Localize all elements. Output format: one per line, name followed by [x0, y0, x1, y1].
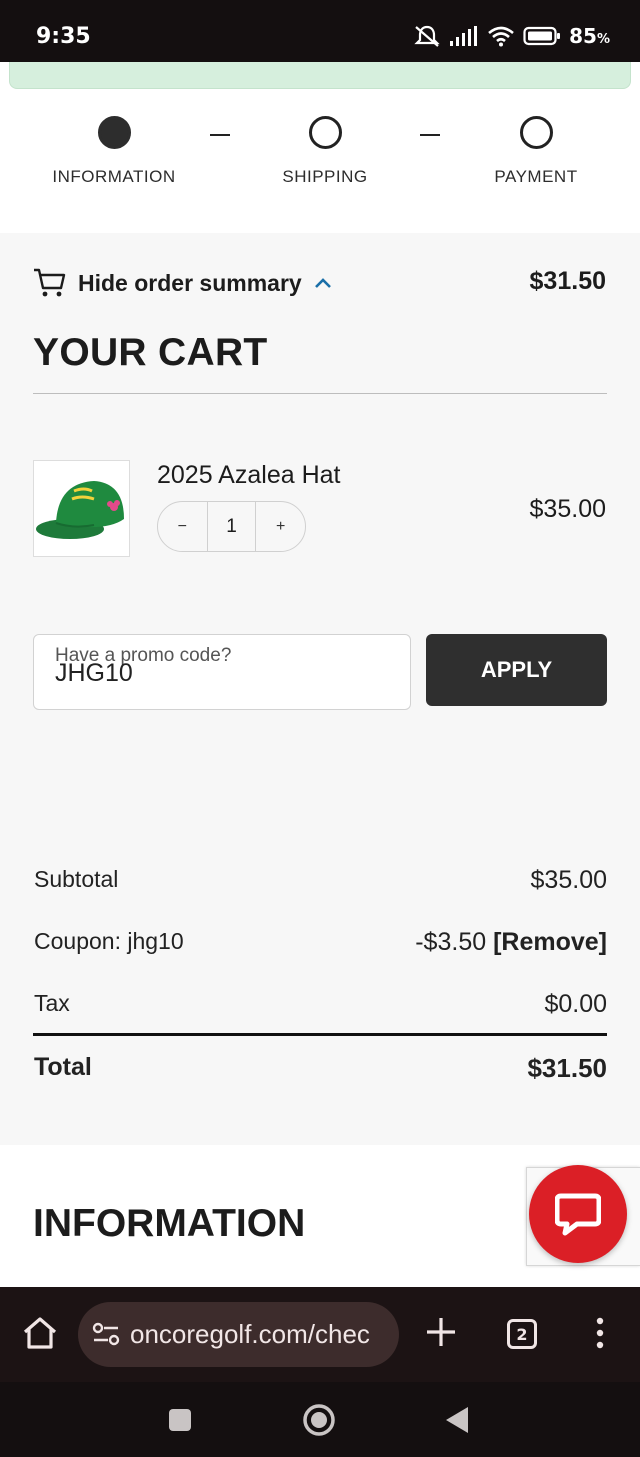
step-label: INFORMATION — [52, 167, 176, 186]
quantity-value[interactable]: 1 — [206, 502, 257, 551]
home-button-icon[interactable] — [299, 1400, 339, 1440]
status-icons: 85% — [413, 24, 610, 48]
step-shipping[interactable]: SHIPPING — [235, 108, 415, 187]
tax-amount: $0.00 — [544, 990, 607, 1018]
url-text: oncoregolf.com/chec — [130, 1319, 370, 1349]
mute-icon — [414, 25, 440, 47]
quantity-stepper: − 1 + — [157, 501, 306, 552]
battery-icon — [523, 26, 561, 46]
product-thumbnail[interactable] — [33, 460, 130, 557]
chevron-up-icon — [314, 278, 331, 288]
information-title: INFORMATION — [33, 1202, 306, 1245]
product-price: $35.00 — [529, 495, 606, 523]
coupon-label: Coupon: jhg10 — [34, 928, 184, 954]
notice-banner — [9, 62, 631, 89]
chat-button[interactable] — [529, 1165, 627, 1263]
step-separator — [210, 134, 230, 136]
divider — [33, 393, 607, 394]
remove-coupon-link[interactable]: [Remove] — [493, 928, 607, 956]
site-settings-icon[interactable] — [92, 1321, 120, 1347]
total-divider — [33, 1033, 607, 1036]
coupon-amount-group: -$3.50 [Remove] — [415, 928, 607, 957]
status-bar: 9:35 85% — [0, 0, 640, 62]
subtotal-amount: $35.00 — [530, 866, 607, 894]
back-icon[interactable] — [438, 1400, 478, 1440]
step-information[interactable]: INFORMATION — [24, 108, 204, 187]
step-payment[interactable]: PAYMENT — [446, 108, 626, 187]
step-label: SHIPPING — [282, 167, 368, 186]
clipped-text-line — [33, 1278, 553, 1286]
recents-icon[interactable] — [160, 1400, 200, 1440]
total-row: Total $31.50 — [34, 1053, 607, 1084]
tab-switcher-button[interactable]: 2 — [507, 1319, 537, 1349]
chat-bubble-icon — [555, 1193, 601, 1236]
wifi-icon — [488, 26, 514, 47]
step-separator — [420, 134, 440, 136]
product-name[interactable]: 2025 Azalea Hat — [157, 461, 340, 490]
subtotal-row: Subtotal $35.00 — [34, 866, 607, 895]
more-menu-icon[interactable] — [590, 1315, 610, 1351]
checkout-steps: INFORMATION SHIPPING PAYMENT — [0, 108, 640, 198]
summary-toggle-label: Hide order summary — [78, 269, 302, 296]
step-dot — [519, 116, 553, 149]
decrement-button[interactable]: − — [158, 502, 207, 551]
promo-code-field[interactable]: Have a promo code? JHG10 — [33, 634, 411, 710]
url-bar[interactable]: oncoregolf.com/chec — [78, 1302, 399, 1367]
home-icon[interactable] — [20, 1313, 60, 1353]
system-navigation-bar — [0, 1382, 640, 1457]
promo-value: JHG10 — [55, 659, 133, 687]
order-summary: Hide order summary $31.50 YOUR CART 2025… — [0, 233, 640, 1145]
summary-total: $31.50 — [529, 267, 606, 295]
battery-percent: 85% — [569, 24, 610, 48]
browser-toolbar: oncoregolf.com/chec 2 — [0, 1287, 640, 1382]
increment-button[interactable]: + — [256, 502, 305, 551]
signal-icon — [450, 26, 478, 46]
step-label: PAYMENT — [494, 167, 578, 186]
coupon-row: Coupon: jhg10 -$3.50 [Remove] — [34, 928, 607, 957]
apply-button[interactable]: APPLY — [426, 634, 607, 706]
step-dot — [308, 116, 342, 149]
tax-row: Tax $0.00 — [34, 990, 607, 1019]
coupon-amount: -$3.50 — [415, 928, 487, 956]
hide-order-summary-toggle[interactable]: Hide order summary — [33, 267, 332, 299]
total-label: Total — [34, 1053, 92, 1081]
step-dot-active — [97, 116, 131, 149]
status-time: 9:35 — [36, 24, 91, 49]
total-amount: $31.50 — [527, 1053, 607, 1083]
subtotal-label: Subtotal — [34, 866, 119, 892]
new-tab-icon[interactable] — [424, 1315, 458, 1349]
tax-label: Tax — [34, 990, 70, 1016]
cart-icon — [34, 268, 66, 297]
hat-image — [36, 481, 124, 539]
cart-title: YOUR CART — [33, 331, 268, 374]
